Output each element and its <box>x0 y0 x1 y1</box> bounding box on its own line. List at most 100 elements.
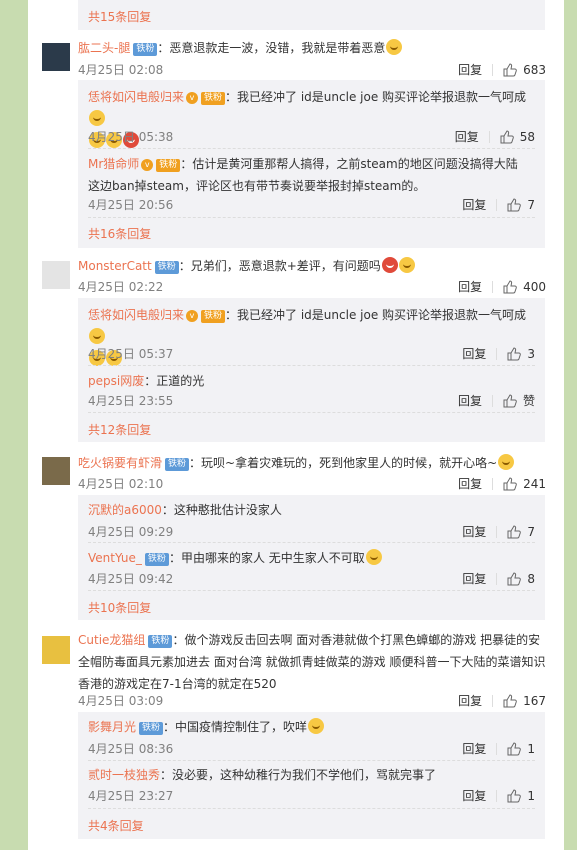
divider <box>496 572 498 585</box>
laugh-emoji-icon <box>89 110 105 126</box>
avatar[interactable] <box>42 457 70 485</box>
username-link[interactable]: Mr猎命师 <box>88 157 139 171</box>
like-button[interactable]: 3 <box>507 347 535 361</box>
username-link[interactable]: 贰时一枝独秀 <box>88 768 160 782</box>
comment-actions: 回复 241 <box>458 475 546 492</box>
reply-button[interactable]: 回复 <box>462 523 486 540</box>
like-button[interactable]: 7 <box>507 198 535 212</box>
like-button[interactable]: 683 <box>503 63 546 77</box>
comment-actions: 回复 400 <box>458 278 546 295</box>
view-more-replies-link[interactable]: 共15条回复 <box>88 8 151 25</box>
like-count: 58 <box>519 129 535 144</box>
timestamp: 4月25日 02:10 <box>78 477 164 491</box>
username-link[interactable]: 吃火锅要有虾滑 <box>78 456 162 470</box>
reply-button[interactable]: 回复 <box>462 196 486 213</box>
username-link[interactable]: 肱二头-腿 <box>78 41 130 55</box>
thumbs-up-icon <box>507 197 522 211</box>
divider <box>496 525 498 538</box>
fan-badge: 铁粉 <box>165 458 190 471</box>
divider <box>496 347 498 360</box>
username-link[interactable]: 影舞月光 <box>88 720 136 734</box>
like-count: 赞 <box>522 394 535 408</box>
username-link[interactable]: 恁将如闪电般归来 <box>88 90 184 104</box>
vip-icon: v <box>186 92 199 104</box>
reply-button[interactable]: 回复 <box>462 570 486 587</box>
thumbs-up-icon <box>500 129 514 143</box>
divider <box>88 365 535 366</box>
reply-button[interactable]: 回复 <box>458 692 482 709</box>
like-button[interactable]: 1 <box>507 789 535 803</box>
reply-button[interactable]: 回复 <box>458 61 482 78</box>
divider <box>491 394 493 407</box>
timestamp: 4月25日 09:42 <box>88 572 174 586</box>
view-more-replies-link[interactable]: 共16条回复 <box>88 225 151 242</box>
thumbs-up-icon <box>503 693 517 707</box>
divider <box>492 477 494 490</box>
fan-badge: 铁粉 <box>156 159 181 172</box>
fan-badge: 铁粉 <box>201 92 226 105</box>
timestamp: 4月25日 23:27 <box>88 789 174 803</box>
comment-text: ：玩呗~拿着灾难玩的，死到他家里人的时候，就开心咯~ <box>189 456 498 470</box>
reply-text: ：这种憨批估计没家人 <box>161 503 282 517</box>
divider <box>88 148 535 149</box>
view-more-replies-link[interactable]: 共10条回复 <box>88 599 151 616</box>
vip-icon: v <box>141 159 154 171</box>
username-link[interactable]: MonsterCatt <box>78 259 152 273</box>
username-link[interactable]: 恁将如闪电般归来 <box>88 308 184 322</box>
like-count: 7 <box>527 197 535 212</box>
like-count: 7 <box>527 524 535 539</box>
like-count: 3 <box>527 346 535 361</box>
reply-actions: 回复 1 <box>462 787 535 804</box>
divider <box>496 789 498 802</box>
like-button[interactable]: 赞 <box>503 392 535 409</box>
thumbs-up-icon <box>503 393 517 407</box>
reply-button[interactable]: 回复 <box>462 787 486 804</box>
reply-button[interactable]: 回复 <box>458 392 482 409</box>
username-link[interactable]: 沉默的a6000 <box>88 503 162 517</box>
reply-button[interactable]: 回复 <box>462 345 486 362</box>
view-more-replies-link[interactable]: 共4条回复 <box>88 817 144 834</box>
username-link[interactable]: VentYue_ <box>88 551 142 565</box>
reply-actions: 回复 58 <box>455 128 535 145</box>
reply-button[interactable]: 回复 <box>462 740 486 757</box>
reply-button[interactable]: 回复 <box>458 278 482 295</box>
thumbs-up-icon <box>503 279 517 293</box>
timestamp: 4月25日 20:56 <box>88 198 174 212</box>
like-count: 400 <box>523 279 546 294</box>
timestamp: 4月25日 02:22 <box>78 280 164 294</box>
like-button[interactable]: 7 <box>507 525 535 539</box>
like-count: 683 <box>523 62 546 77</box>
timestamp: 4月25日 05:38 <box>88 130 174 144</box>
vip-icon: v <box>186 310 199 322</box>
avatar[interactable] <box>42 43 70 71</box>
avatar[interactable] <box>42 261 70 289</box>
username-link[interactable]: pepsi网废 <box>88 374 144 388</box>
thumbs-up-icon <box>507 524 522 538</box>
thumbs-up-icon <box>507 346 522 360</box>
smile-emoji-icon <box>308 718 325 734</box>
avatar[interactable] <box>42 636 70 664</box>
comment-text: ：兄弟们，恶意退款+差评，有问题吗 <box>178 259 381 273</box>
like-count: 241 <box>523 476 546 491</box>
fan-badge: 铁粉 <box>201 310 226 323</box>
like-button[interactable]: 400 <box>503 280 546 294</box>
reply-text: ：中国疫情控制住了，吹咩 <box>163 720 308 734</box>
view-more-replies-link[interactable]: 共12条回复 <box>88 421 151 438</box>
like-button[interactable]: 167 <box>503 694 546 708</box>
like-button[interactable]: 58 <box>500 130 535 144</box>
like-count: 8 <box>527 571 535 586</box>
like-button[interactable]: 8 <box>507 572 535 586</box>
divider <box>88 590 535 591</box>
reply-button[interactable]: 回复 <box>455 128 479 145</box>
like-count: 167 <box>523 693 546 708</box>
like-button[interactable]: 1 <box>507 742 535 756</box>
fan-badge: 铁粉 <box>144 553 169 566</box>
reply-button[interactable]: 回复 <box>458 475 482 492</box>
username-link[interactable]: Cutie龙猫组 <box>78 633 145 647</box>
reply-actions: 回复 3 <box>462 345 535 362</box>
divider <box>88 542 535 543</box>
like-button[interactable]: 241 <box>503 477 546 491</box>
reply-actions: 回复 7 <box>462 196 535 213</box>
divider <box>496 198 498 211</box>
reply-text: ：甲由哪来的家人 无中生家人不可取 <box>168 551 365 565</box>
